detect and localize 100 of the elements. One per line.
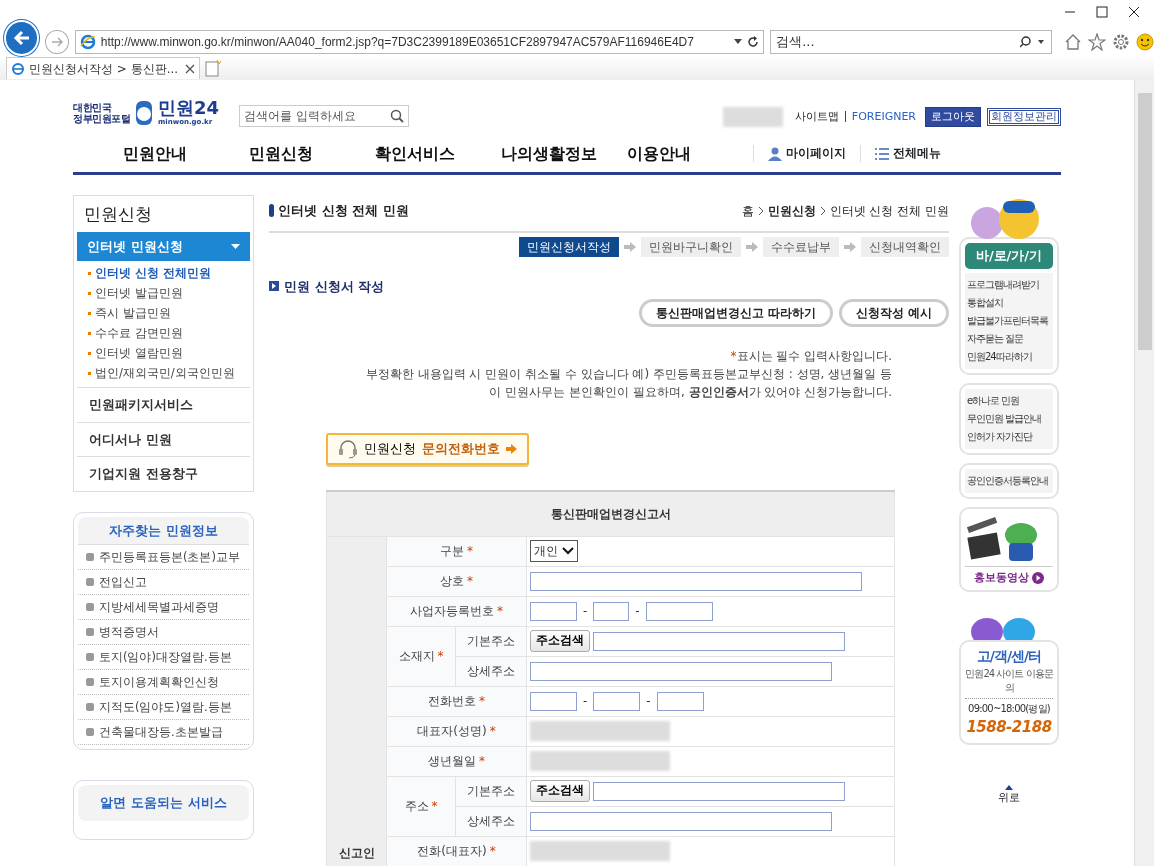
- nav-menu-item[interactable]: 나의생활정보: [501, 141, 627, 166]
- sidebar-submenu-item[interactable]: 인터넷 열람민원: [88, 343, 253, 363]
- member-info-button[interactable]: 회원정보관리: [987, 107, 1061, 126]
- home-icon[interactable]: [1064, 33, 1082, 51]
- input-field[interactable]: [530, 571, 862, 591]
- sidebar-submenu-item[interactable]: 인터넷 발급민원: [88, 283, 253, 303]
- quick-link[interactable]: 무인민원 발급안내: [967, 409, 1051, 428]
- frequent-link[interactable]: 병적증명서: [78, 620, 249, 645]
- forward-arrow-icon: [50, 35, 65, 49]
- dropdown-icon[interactable]: [734, 39, 743, 45]
- frequent-link[interactable]: 지방세세목별과세증명: [78, 595, 249, 620]
- quick-link[interactable]: 민원24따라하기: [967, 347, 1051, 366]
- video-link[interactable]: 홍보동영상: [965, 565, 1053, 586]
- close-icon[interactable]: [1128, 6, 1140, 18]
- back-button[interactable]: [4, 20, 40, 56]
- sidebar-submenu-item[interactable]: 즉시 발급민원: [88, 303, 253, 323]
- panel-title: 알면 도움되는 서비스: [78, 785, 249, 821]
- scrollbar[interactable]: [1134, 80, 1154, 866]
- site-search-field[interactable]: 검색어를 입력하세요: [239, 105, 409, 127]
- step-indicator: 민원바구니확인: [641, 236, 741, 257]
- quick-link[interactable]: 인허가 자가진단: [967, 427, 1051, 446]
- frequent-link[interactable]: 전입신고: [78, 570, 249, 595]
- nav-menu-item[interactable]: 민원신청: [249, 141, 375, 166]
- breadcrumb-link[interactable]: 홈: [741, 201, 754, 220]
- nav-utility-link[interactable]: 마이페이지: [753, 144, 860, 163]
- logout-button[interactable]: 로그아웃: [925, 106, 981, 127]
- close-icon[interactable]: [185, 63, 195, 74]
- input-field[interactable]: [656, 691, 704, 711]
- frequent-link[interactable]: 지적도(임야도)열람.등본: [78, 695, 249, 720]
- nav-menu-item[interactable]: 이용안내: [627, 141, 753, 166]
- input-field[interactable]: [530, 601, 577, 621]
- header-link[interactable]: FOREIGNER: [844, 111, 916, 123]
- quick-link[interactable]: e하나로 민원: [967, 391, 1051, 410]
- address-search-button[interactable]: 주소검색: [530, 780, 590, 802]
- header-link[interactable]: 사이트맵: [794, 108, 839, 125]
- input-field[interactable]: [645, 601, 713, 621]
- sidebar-title: 민원신청: [83, 203, 153, 226]
- guide-button[interactable]: 통신판매업변경신고 따라하기: [638, 299, 833, 327]
- nav-menu-item[interactable]: 민원안내: [123, 141, 249, 166]
- quick-link[interactable]: 프로그램내려받기: [967, 275, 1051, 294]
- guide-button[interactable]: 신청작성 예시: [838, 299, 949, 327]
- browser-tab[interactable]: 민원신청서작성 > 통신판...: [6, 57, 200, 79]
- caret-icon[interactable]: [231, 243, 240, 249]
- sidebar-menu-item[interactable]: 인터넷 민원신청: [77, 231, 250, 261]
- search-placeholder: 검색...: [776, 33, 815, 52]
- breadcrumb-link[interactable]: 인터넷 신청 전체 민원: [829, 201, 949, 220]
- address-search-button[interactable]: 주소검색: [530, 630, 590, 652]
- star-icon[interactable]: [1088, 33, 1106, 51]
- scroll-top-link[interactable]: 위로: [959, 784, 1059, 806]
- quick-link[interactable]: 자주묻는 질문: [967, 329, 1051, 348]
- smiley-icon[interactable]: [1136, 33, 1154, 51]
- sidebar-menu-item[interactable]: 어디서나 민원: [77, 421, 250, 456]
- sidebar-menu-item[interactable]: 민원패키지서비스: [77, 387, 250, 422]
- input-field[interactable]: [593, 781, 845, 801]
- scrollbar-thumb[interactable]: [1137, 93, 1152, 350]
- frequent-link[interactable]: 건축물대장등.초본발급: [78, 720, 249, 745]
- address-bar[interactable]: http://www.minwon.go.kr/minwon/AA040_form2.jsp?q=7D3C2399189E03651CF2897947AC579AF116946E4D7: [74, 30, 765, 54]
- notice-text: 부정확한 내용입력 시 민원이 취소될 수 있습니다 예) 주민등록표등본교부신청 : 성명, 생년월일 등: [364, 366, 892, 383]
- input-field[interactable]: [593, 631, 845, 651]
- field-label: 상호 *: [440, 574, 473, 588]
- field-label: 주소 *: [404, 799, 438, 813]
- refresh-icon[interactable]: [747, 36, 760, 48]
- menu-icon: [875, 147, 889, 160]
- bullet-icon: [86, 578, 94, 586]
- page-title: 인터넷 신청 전체 민원: [278, 202, 409, 220]
- arrow-icon: [844, 241, 856, 252]
- settings-icon[interactable]: [1112, 33, 1130, 51]
- quick-link[interactable]: 통합설치: [967, 293, 1051, 312]
- breadcrumb-link[interactable]: 민원신청: [767, 201, 816, 220]
- field-label: 사업자등록번호 *: [410, 604, 503, 618]
- inquiry-phone-button[interactable]: 민원신청 문의전화번호: [326, 433, 529, 465]
- field-label: 소재지 *: [398, 649, 444, 663]
- input-field[interactable]: [530, 691, 577, 711]
- frequent-link[interactable]: 토지이용계획확인신청: [78, 670, 249, 695]
- nav-menu-item[interactable]: 확인서비스: [375, 141, 501, 166]
- quick-link[interactable]: 발급불가프린터목록: [967, 311, 1051, 330]
- browser-search-field[interactable]: 검색...: [770, 30, 1052, 54]
- search-icon[interactable]: [1020, 36, 1046, 48]
- panel-title: 고/객/센/터: [975, 647, 1043, 666]
- frequent-link[interactable]: 토지(임야)대장열람.등본: [78, 645, 249, 670]
- arrow-icon: [624, 241, 636, 252]
- input-field[interactable]: [593, 601, 630, 621]
- maximize-icon[interactable]: [1096, 6, 1108, 18]
- sidebar-submenu-item[interactable]: 수수료 감면민원: [88, 323, 253, 343]
- frequent-link[interactable]: 주민등록표등본(초본)교부: [78, 545, 249, 570]
- play-icon: [1032, 571, 1044, 584]
- input-field[interactable]: [530, 811, 832, 831]
- sidebar-menu-item[interactable]: 기업지원 전용창구: [77, 456, 250, 491]
- new-tab-icon[interactable]: [204, 59, 222, 77]
- sidebar-submenu-item[interactable]: 법인/재외국민/외국인민원: [88, 363, 253, 383]
- center-phone: 1588-2188: [965, 717, 1053, 738]
- select-field[interactable]: 개인: [530, 540, 578, 562]
- search-icon[interactable]: [390, 109, 404, 123]
- bullet-icon: [86, 628, 94, 636]
- input-field[interactable]: [530, 661, 832, 681]
- nav-utility-link[interactable]: 전체메뉴: [860, 144, 955, 163]
- browser-logo-icon: [11, 61, 25, 76]
- sidebar-submenu-item[interactable]: 인터넷 신청 전체민원: [88, 263, 253, 283]
- input-field[interactable]: [593, 691, 641, 711]
- logo-text: 대한민국: [73, 101, 113, 113]
